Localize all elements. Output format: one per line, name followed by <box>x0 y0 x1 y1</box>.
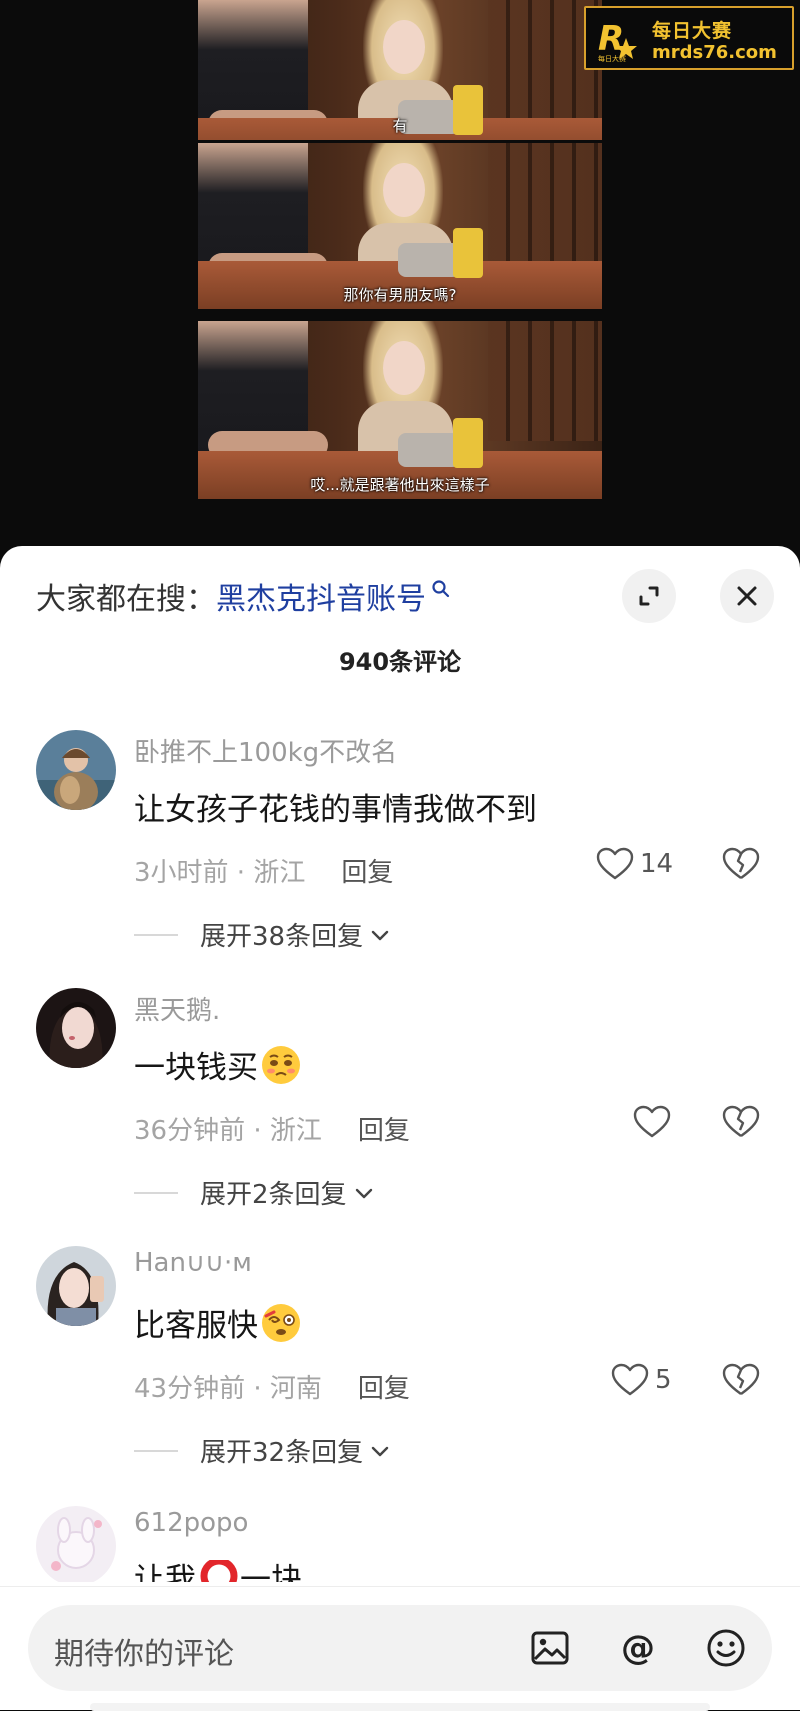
pleading-face-emoji-icon <box>262 1045 300 1084</box>
comment-meta: 36分钟前 · 浙江 回复 <box>134 1110 410 1147</box>
divider-line <box>134 1191 178 1194</box>
emoji-icon[interactable] <box>704 1626 748 1670</box>
avatar[interactable] <box>36 730 116 810</box>
close-icon <box>737 586 757 606</box>
comment-text: 比客服快 <box>134 1300 302 1345</box>
comment-text-content: 让女孩子花钱的事情我做不到 <box>134 792 537 828</box>
comment-input-bar: 期待你的评论 @ <box>0 1586 800 1711</box>
comment-username[interactable]: 黑天鹅. <box>134 990 220 1027</box>
comment-item: 612popo 让我 一块 <box>0 1506 800 1582</box>
divider-line <box>134 1449 178 1452</box>
trending-search[interactable]: 大家都在搜： 黑杰克抖音账号 <box>36 574 452 618</box>
watermark-url: mrds76.com <box>652 42 777 63</box>
video-frame-2: 那你有男朋友嗎? <box>198 143 602 309</box>
expand-icon <box>639 586 659 606</box>
comment-meta: 3小时前 · 浙江 回复 <box>134 852 393 889</box>
image-icon[interactable] <box>528 1626 572 1670</box>
svg-text:@: @ <box>621 1628 655 1668</box>
expand-replies-button[interactable]: 展开32条回复 <box>134 1432 391 1469</box>
trending-search-prefix: 大家都在搜： <box>36 582 216 617</box>
comment-time-location: 36分钟前 · 浙江 <box>134 1116 322 1146</box>
like-button[interactable]: 14 <box>596 846 673 882</box>
reply-button[interactable]: 回复 <box>341 852 393 889</box>
video-frame-1: 有 <box>198 0 602 140</box>
broken-heart-icon[interactable] <box>722 846 760 882</box>
chevron-down-icon <box>371 1446 389 1456</box>
video-subtitle: 那你有男朋友嗎? <box>343 286 457 304</box>
comment-text: 让我 一块 <box>134 1560 302 1582</box>
chevron-down-icon <box>371 930 389 940</box>
expand-replies-label: 展开38条回复 <box>200 922 364 952</box>
comment-text-content: 让我 <box>134 1561 196 1583</box>
comment-text-content: 比客服快 <box>134 1308 258 1344</box>
broken-heart-icon[interactable] <box>722 1104 760 1140</box>
comment-text-content-after: 一块 <box>240 1561 302 1583</box>
comment-input[interactable]: 期待你的评论 @ <box>28 1605 772 1691</box>
comment-text: 让女孩子花钱的事情我做不到 <box>134 784 537 829</box>
heart-icon <box>633 1105 671 1138</box>
video-subtitle: 哎...就是跟著他出來這樣子 <box>310 476 490 494</box>
expand-replies-label: 展开2条回复 <box>200 1180 347 1210</box>
avatar[interactable] <box>36 1246 116 1326</box>
trending-search-keyword[interactable]: 黑杰克抖音账号 <box>216 574 426 618</box>
video-frames: 有 那你有男朋友嗎? 哎...就是跟著他出來這樣子 <box>198 0 602 500</box>
comment-time-location: 3小时前 · 浙江 <box>134 858 306 888</box>
close-button[interactable] <box>720 569 774 623</box>
heart-icon <box>611 1363 649 1396</box>
comment-count-title: 940条评论 <box>338 648 462 676</box>
comment-input-placeholder: 期待你的评论 <box>54 1637 234 1672</box>
expand-replies-button[interactable]: 展开38条回复 <box>134 916 391 953</box>
watermark-logo: R 每日大赛 每日大赛 mrds76.com <box>584 6 794 70</box>
comment-text-content: 一块钱买 <box>134 1050 258 1086</box>
svg-text:R: R <box>598 19 624 59</box>
comment-text: 一块钱买 <box>134 1042 302 1087</box>
broken-heart-icon[interactable] <box>722 1362 760 1398</box>
expand-replies-label: 展开32条回复 <box>200 1438 364 1468</box>
divider-line <box>134 933 178 936</box>
comment-meta: 43分钟前 · 河南 回复 <box>134 1368 410 1405</box>
chevron-down-icon <box>355 1188 372 1198</box>
like-count: 5 <box>655 1365 672 1395</box>
dizzy-face-emoji-icon <box>262 1303 300 1342</box>
like-button[interactable]: 5 <box>611 1362 672 1398</box>
comment-username[interactable]: Han∪∪·ᴍ <box>134 1248 252 1278</box>
video-player[interactable]: 有 那你有男朋友嗎? 哎...就是跟著他出來這樣子 R 每日大赛 每日大赛 mr… <box>0 0 800 560</box>
like-button[interactable] <box>633 1104 671 1140</box>
reply-button[interactable]: 回复 <box>358 1368 410 1405</box>
video-frame-3: 哎...就是跟著他出來這樣子 <box>198 321 602 499</box>
comment-username[interactable]: 612popo <box>134 1508 248 1538</box>
video-subtitle: 有 <box>392 117 408 135</box>
comment-username[interactable]: 卧推不上100kg不改名 <box>134 732 397 769</box>
expand-sheet-button[interactable] <box>622 569 676 623</box>
comments-sheet: 大家都在搜： 黑杰克抖音账号 940条评论 卧推不上100kg不改名 让女孩子花… <box>0 546 800 1710</box>
watermark-sub: 每日大赛 <box>598 55 626 63</box>
heart-icon <box>596 847 634 880</box>
at-mention-icon[interactable]: @ <box>616 1626 660 1670</box>
comment-time-location: 43分钟前 · 河南 <box>134 1374 322 1404</box>
expand-replies-button[interactable]: 展开2条回复 <box>134 1174 375 1211</box>
reply-button[interactable]: 回复 <box>358 1110 410 1147</box>
search-icon <box>432 580 450 598</box>
red-circle-emoji-icon <box>200 1560 238 1582</box>
avatar[interactable] <box>36 988 116 1068</box>
watermark-title: 每日大赛 <box>652 20 733 42</box>
like-count: 14 <box>640 849 674 879</box>
avatar[interactable] <box>36 1506 116 1582</box>
